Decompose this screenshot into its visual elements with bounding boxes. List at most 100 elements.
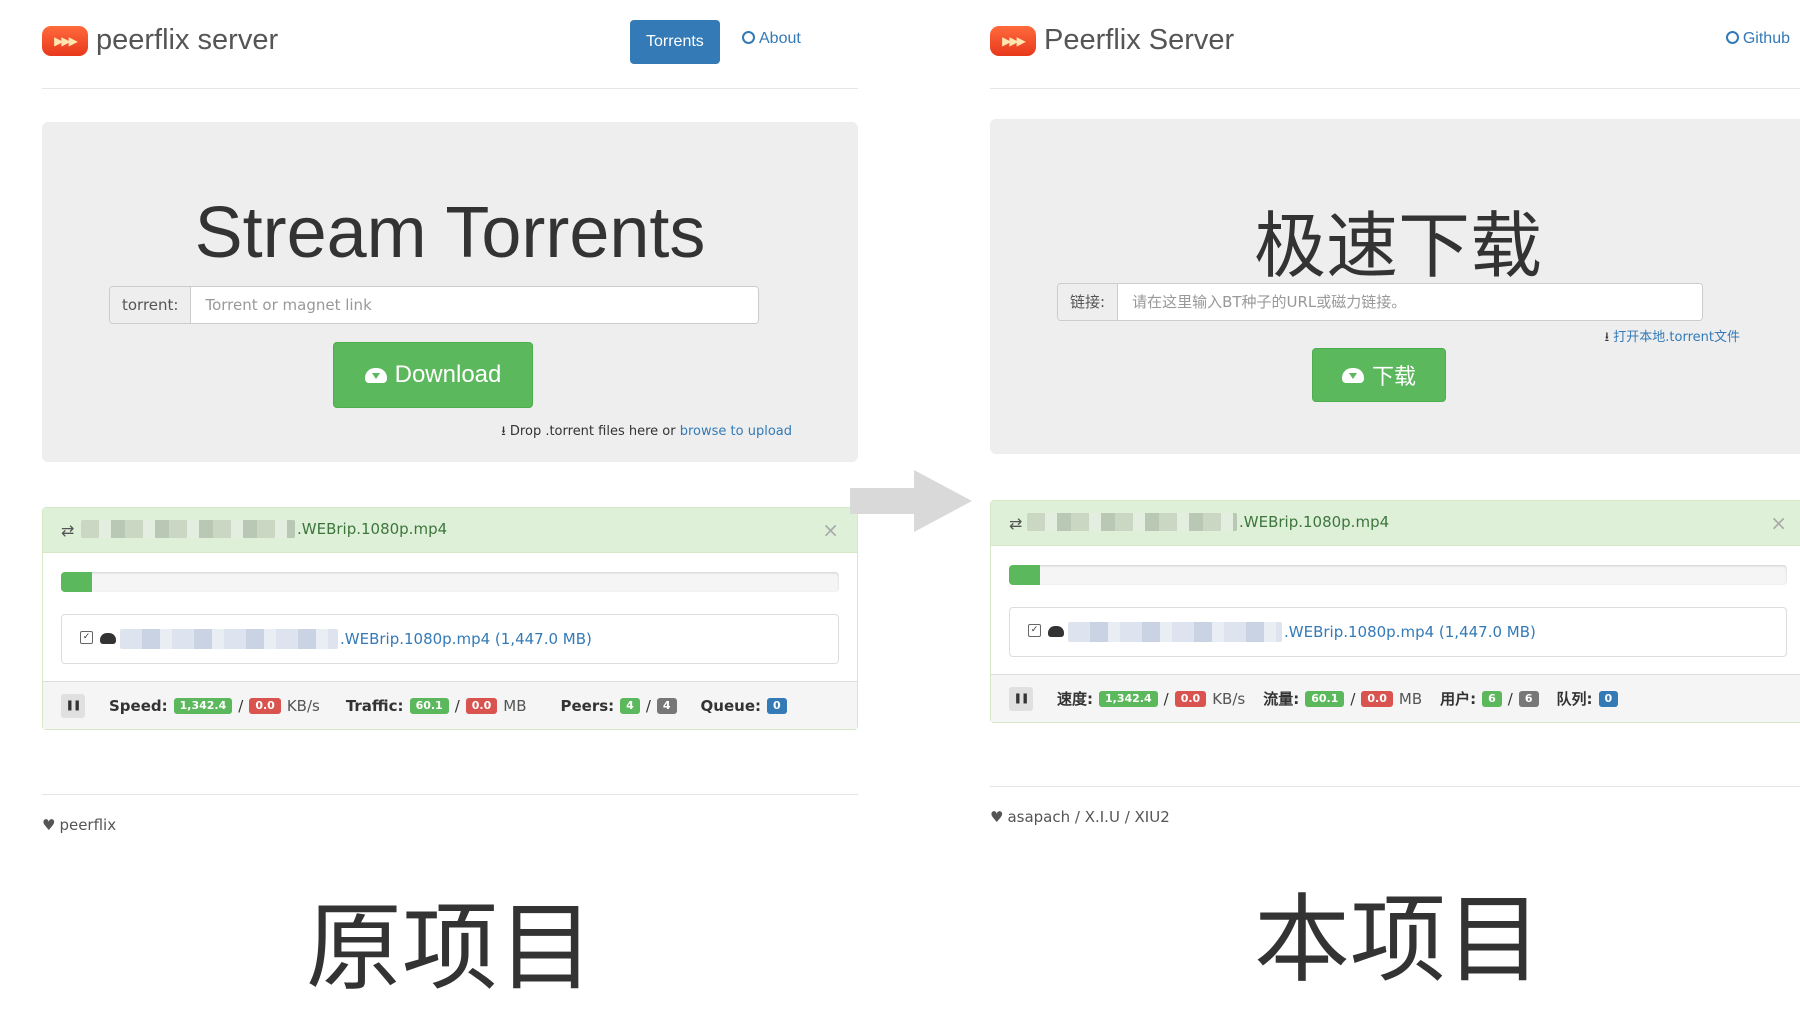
nav-github-label: Github <box>1742 30 1790 47</box>
progress-fill <box>1009 565 1041 585</box>
github-icon <box>1725 31 1739 44</box>
footer-text[interactable]: asapach / X.I.U / XIU2 <box>1007 808 1169 826</box>
upload-icon: ⭳ <box>501 424 506 439</box>
torrent-input-group: torrent: <box>109 286 759 324</box>
blurred-filename <box>120 629 338 649</box>
traffic-down-badge: 60.1 <box>409 697 449 714</box>
traffic-unit: MB <box>1398 689 1423 708</box>
close-icon[interactable]: × <box>1770 511 1787 535</box>
speed-unit: KB/s <box>1212 689 1246 708</box>
file-name-link[interactable]: .WEBrip.1080p.mp4 (1,447.0 MB) <box>340 630 592 648</box>
open-local-hint[interactable]: ⭳ 打开本地.torrent文件 <box>1605 326 1740 350</box>
checkbox-icon[interactable]: ✓ <box>80 631 93 644</box>
transfer-icon: ⇄ <box>61 521 75 540</box>
link-label: 链接: <box>1058 284 1119 320</box>
cloud-download-icon <box>1341 367 1364 383</box>
download-button[interactable]: 下载 <box>1312 348 1446 402</box>
peers-total-badge: 4 <box>656 697 677 714</box>
peers-total-badge: 6 <box>1518 690 1539 707</box>
speed-up-badge: 0.0 <box>1174 690 1207 707</box>
caption-this-project: 本项目 <box>1254 884 1542 996</box>
footer-divider <box>990 786 1800 787</box>
queue-label: 队列: <box>1556 690 1593 708</box>
peers-label: Peers: <box>560 696 615 715</box>
footer-credit: ♥ peerflix <box>42 816 116 834</box>
torrent-input[interactable] <box>191 287 758 323</box>
blurred-title <box>1027 513 1237 531</box>
hero-title: Stream Torrents <box>194 193 706 273</box>
github-icon <box>742 31 755 44</box>
queue-badge: 0 <box>767 697 787 714</box>
heart-icon: ♥ <box>990 808 1004 826</box>
arrow-right-icon <box>850 470 972 532</box>
torrent-card-header[interactable]: ⇄ .WEBrip.1080p.mp4 × <box>991 501 1800 546</box>
nav-torrents-button[interactable]: Torrents <box>630 20 720 64</box>
queue-badge: 0 <box>1598 690 1619 707</box>
upload-icon: ⭳ <box>1604 330 1610 345</box>
torrent-card: ⇄ .WEBrip.1080p.mp4 × ✓ .WEBrip.1080p.mp… <box>990 500 1800 723</box>
pause-icon[interactable]: ❚❚ <box>61 693 85 718</box>
footer-text[interactable]: peerflix <box>59 816 116 834</box>
file-row[interactable]: ✓ .WEBrip.1080p.mp4 (1,447.0 MB) <box>61 614 839 664</box>
cloud-icon <box>100 633 116 644</box>
brand[interactable]: ▶▶▶ peerflix server <box>42 24 278 57</box>
file-name-link[interactable]: .WEBrip.1080p.mp4 (1,447.0 MB) <box>1284 623 1536 641</box>
open-local-link[interactable]: 打开本地.torrent文件 <box>1613 330 1740 345</box>
navbar: ▶▶▶ Peerflix Server Github <box>990 0 1800 89</box>
queue-label: Queue: <box>700 696 762 715</box>
speed-up-badge: 0.0 <box>249 697 281 714</box>
pause-icon[interactable]: ❚❚ <box>1009 686 1033 711</box>
torrent-name: .WEBrip.1080p.mp4 <box>297 520 448 538</box>
download-label: 下载 <box>1371 364 1416 389</box>
speed-down-badge: 1,342.4 <box>173 697 233 714</box>
transfer-icon: ⇄ <box>1009 514 1023 533</box>
brand[interactable]: ▶▶▶ Peerflix Server <box>990 24 1234 57</box>
browse-upload-link[interactable]: browse to upload <box>680 424 792 439</box>
hero-title: 极速下载 <box>1253 207 1542 287</box>
nav-about-label: About <box>759 30 801 47</box>
heart-icon: ♥ <box>42 816 56 834</box>
traffic-up-badge: 0.0 <box>1361 690 1393 707</box>
navbar: ▶▶▶ peerflix server Torrents About <box>42 0 858 89</box>
original-project-panel: ▶▶▶ peerflix server Torrents About Strea… <box>42 0 858 1004</box>
torrent-card: ⇄ .WEBrip.1080p.mp4 × ✓ .WEBrip.1080p.mp… <box>42 507 858 730</box>
cloud-icon <box>1048 626 1064 637</box>
download-label: Download <box>394 361 502 388</box>
speed-label: Speed: <box>109 696 168 715</box>
download-button[interactable]: Download <box>333 342 533 408</box>
speed-down-badge: 1,342.4 <box>1099 690 1158 707</box>
peers-active-badge: 6 <box>1482 690 1502 707</box>
nav-github-link[interactable]: Github <box>1725 30 1790 48</box>
progress-fill <box>61 572 93 592</box>
hero-panel: Stream Torrents torrent: Download ⭳ Drop… <box>42 122 858 462</box>
torrent-card-header[interactable]: ⇄ .WEBrip.1080p.mp4 × <box>43 508 857 553</box>
traffic-up-badge: 0.0 <box>465 697 498 714</box>
torrent-label: torrent: <box>110 287 192 323</box>
brand-title: Peerflix Server <box>1044 24 1235 56</box>
blurred-filename <box>1068 622 1282 642</box>
play-logo-icon: ▶▶▶ <box>42 25 88 56</box>
close-icon[interactable]: × <box>822 518 839 542</box>
traffic-unit: MB <box>503 696 527 715</box>
caption-original: 原项目 <box>306 892 594 1004</box>
peers-active-badge: 4 <box>620 697 640 714</box>
speed-unit: KB/s <box>286 696 320 715</box>
this-project-panel: ▶▶▶ Peerflix Server Github 极速下载 链接: ⭳ 打开… <box>990 0 1800 996</box>
drop-hint: ⭳ Drop .torrent files here or browse to … <box>501 422 792 444</box>
cloud-download-icon <box>364 367 387 383</box>
speed-label: 速度: <box>1057 690 1093 708</box>
hero-panel: 极速下载 链接: ⭳ 打开本地.torrent文件 下载 <box>990 119 1800 454</box>
progress-bar <box>61 572 839 592</box>
file-row[interactable]: ✓ .WEBrip.1080p.mp4 (1,447.0 MB) <box>1009 607 1787 657</box>
nav-about-link[interactable]: About <box>742 30 801 48</box>
stats-bar: ❚❚ 速度: 1,342.4/0.0 KB/s 流量: 60.1/0.0 MB … <box>991 674 1800 722</box>
footer-divider <box>42 794 858 795</box>
footer-credit: ♥ asapach / X.I.U / XIU2 <box>990 808 1170 826</box>
blurred-title <box>81 520 295 538</box>
link-input[interactable] <box>1118 284 1702 320</box>
checkbox-icon[interactable]: ✓ <box>1028 624 1041 637</box>
traffic-label: Traffic: <box>345 696 404 715</box>
traffic-label: 流量: <box>1263 690 1300 708</box>
brand-title: peerflix server <box>96 24 279 56</box>
peers-label: 用户: <box>1440 690 1477 708</box>
